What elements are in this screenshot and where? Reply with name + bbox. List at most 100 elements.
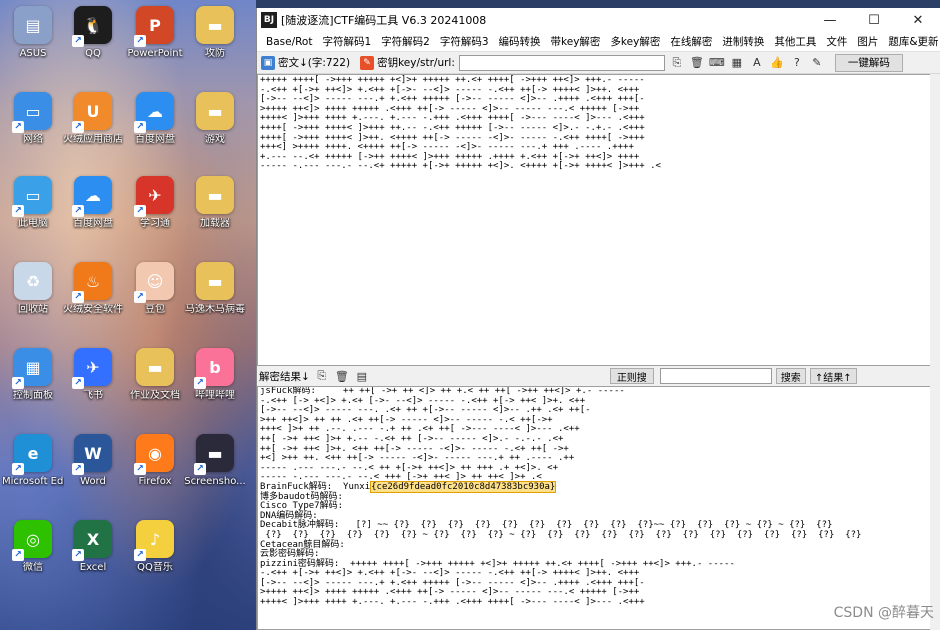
menu-item[interactable]: 多key解密 — [605, 34, 665, 49]
ciphertext-input[interactable]: +++++ ++++[ ->+++ +++++ +<]>+ +++++ ++.<… — [257, 74, 931, 366]
control-panel-icon: ▦ ↗ — [12, 348, 52, 389]
desktop-icon-screenshot[interactable]: ▬ ↗ Screensho... — [184, 434, 246, 488]
key-toolbar: ▣ 密文↓(字:722) ✎ 密钥key/str/url: ⎘ 🗑 ⌨ ▦ A … — [257, 52, 940, 74]
menu-item[interactable]: 题库&更新 — [883, 34, 940, 49]
desktop-icon-control-panel[interactable]: ▦ ↗ 控制面板 — [2, 348, 64, 402]
desktop-icon-doubao[interactable]: ☺ ↗ 豆包 — [124, 262, 186, 316]
desktop-icon-qqmusic[interactable]: ♪ ↗ QQ音乐 — [124, 520, 186, 574]
desktop-icon-wechat[interactable]: ◎ ↗ 微信 — [2, 520, 64, 574]
font-icon[interactable]: A — [749, 55, 765, 71]
key-input[interactable] — [458, 54, 665, 71]
desktop-icon-qq[interactable]: 🐧 ↗ QQ — [62, 6, 124, 60]
maximize-button[interactable]: ☐ — [852, 8, 896, 32]
desktop-icon-excel[interactable]: X ↗ Excel — [62, 520, 124, 574]
like-icon[interactable]: 👍 — [769, 55, 785, 71]
feishu-icon: ✈ ↗ — [72, 348, 112, 389]
edit-icon[interactable]: ✎ — [809, 55, 825, 71]
desktop-icon-recycle-bin[interactable]: ♻ 回收站 — [2, 262, 64, 316]
recycle-bin-icon: ♻ — [14, 262, 52, 300]
bilibili-icon: b ↗ — [194, 348, 234, 389]
desktop-icon-label: PowerPoint — [127, 48, 183, 59]
desktop-icon-firefox[interactable]: ◉ ↗ Firefox — [124, 434, 186, 488]
desktop-icon-folder[interactable]: ▬ 加载器 — [184, 176, 246, 230]
desktop-icon-network[interactable]: ▭ ↗ 网络 — [2, 92, 64, 146]
menu-item[interactable]: 文件 — [821, 34, 852, 49]
copy-icon[interactable]: ▣ — [261, 55, 275, 70]
computer-icon: ▭ ↗ — [12, 176, 52, 217]
copy-result-icon[interactable]: ⎘ — [314, 368, 330, 384]
menu-item[interactable]: 其他工具 — [769, 34, 821, 49]
shortcut-arrow-icon: ↗ — [134, 121, 146, 133]
folder-icon: ▬ — [196, 6, 234, 44]
desktop-icon-label: ASUS — [19, 48, 47, 59]
close-button[interactable]: ✕ — [896, 8, 940, 32]
desktop-icon-feishu[interactable]: ✈ ↗ 飞书 — [62, 348, 124, 402]
desktop-icon-label: 百度网盘 — [135, 134, 175, 145]
csdn-watermark: CSDN @醉暮天 — [833, 605, 934, 621]
desktop-icon-word[interactable]: W ↗ Word — [62, 434, 124, 488]
store-icon: U ↗ — [72, 92, 112, 133]
table-icon[interactable]: ▦ — [729, 55, 745, 71]
key-icon[interactable]: ✎ — [360, 55, 375, 70]
shortcut-arrow-icon: ↗ — [134, 35, 146, 47]
menu-item[interactable]: 字符解码3 — [435, 34, 494, 49]
minimize-button[interactable]: — — [808, 8, 852, 32]
menu-item[interactable]: Base/Rot — [261, 36, 317, 48]
desktop-icon-folder[interactable]: ▬ 游戏 — [184, 92, 246, 146]
desktop-icon-cloud[interactable]: ☁ ↗ 百度网盘 — [124, 92, 186, 146]
menu-bar: Base/Rot 字符解码1 字符解码2 字符解码3 编码转换 带key解密 多key解密在… — [257, 32, 940, 52]
output-line: ++++< ]>+++ ++++ +.---. +.--- -.+++ .<++… — [260, 597, 645, 608]
delete-icon[interactable]: 🗑 — [689, 55, 705, 71]
brainfuck-result-line: BrainFuck解码: Yunxi{ce26d9fdead0fc2010c8d… — [260, 480, 928, 493]
regex-search-button[interactable]: 正则搜 — [609, 368, 654, 384]
output-scrollbar[interactable] — [930, 386, 940, 630]
desktop-icon-store[interactable]: U ↗ 火绒应用商店 — [62, 92, 124, 146]
desktop-icon-study[interactable]: ✈ ↗ 学习通 — [124, 176, 186, 230]
paste-icon[interactable]: ⎘ — [669, 55, 685, 71]
decode-output[interactable]: jsFuck解码: ++ ++[ ->+ ++ <]> ++ +.< ++ ++… — [257, 386, 931, 630]
desktop-icon-label: 火绒安全软件 — [63, 304, 123, 315]
result-toggle-button[interactable]: ↑结果↑ — [809, 368, 857, 384]
word-icon: W ↗ — [72, 434, 112, 475]
help-icon[interactable]: ? — [789, 55, 805, 71]
shortcut-arrow-icon: ↗ — [134, 549, 146, 561]
search-button[interactable]: 搜索 — [775, 368, 806, 384]
desktop-icon-huorong[interactable]: ♨ ↗ 火绒安全软件 — [62, 262, 124, 316]
desktop-icon-folder[interactable]: ▬ 作业及文档 — [124, 348, 186, 402]
menu-item[interactable]: 编码转换 — [494, 34, 546, 49]
desktop-icon-powerpoint[interactable]: P ↗ PowerPoint — [124, 6, 186, 60]
desktop-icon-cloud[interactable]: ☁ ↗ 百度网盘 — [62, 176, 124, 230]
desktop-icon-label: 加载器 — [200, 218, 230, 229]
shortcut-arrow-icon: ↗ — [134, 205, 146, 217]
firefox-icon: ◉ ↗ — [134, 434, 174, 475]
desktop-icon-folder[interactable]: ▬ 攻防 — [184, 6, 246, 60]
save-result-icon[interactable]: ▤ — [354, 368, 370, 384]
one-key-decode-button[interactable]: 一键解码 — [834, 53, 903, 72]
menu-item[interactable]: 字符解码1 — [317, 34, 376, 49]
cloud-icon: ☁ ↗ — [72, 176, 112, 217]
search-input[interactable] — [659, 368, 772, 384]
desktop-icon-computer[interactable]: ▭ ↗ 此电脑 — [2, 176, 64, 230]
input-scrollbar[interactable] — [930, 74, 940, 366]
huorong-icon: ♨ ↗ — [72, 262, 112, 303]
menu-item[interactable]: 图片 — [852, 34, 883, 49]
cloud-icon: ☁ ↗ — [134, 92, 174, 133]
shortcut-arrow-icon: ↗ — [134, 463, 146, 475]
menu-item[interactable]: 在线解密 — [665, 34, 717, 49]
keyboard-icon[interactable]: ⌨ — [709, 55, 725, 71]
menu-item[interactable]: 字符解码2 — [376, 34, 435, 49]
menu-item[interactable]: 进制转换 — [717, 34, 769, 49]
powerpoint-icon: P ↗ — [134, 6, 174, 47]
menu-item[interactable]: 带key解密 — [546, 34, 606, 49]
desktop-icon-label: 学习通 — [140, 218, 170, 229]
desktop-icon-edge[interactable]: e↗Microsoft Edge — [2, 434, 64, 488]
clear-result-icon[interactable]: 🗑 — [334, 368, 350, 384]
desktop-icon-folder[interactable]: ▤ ASUS — [2, 6, 64, 60]
desktop-icon-folder[interactable]: ▬ 马逸木马病毒 — [184, 262, 246, 316]
flag-highlight: {ce26d9fdead0fc2010c8d47383bc930a} — [370, 480, 557, 493]
folder-icon: ▬ — [196, 92, 234, 130]
desktop-icon-bilibili[interactable]: b ↗ 哔哩哔哩 — [184, 348, 246, 402]
folder-icon: ▬ — [196, 176, 234, 214]
shortcut-arrow-icon: ↗ — [72, 377, 84, 389]
key-label: 密钥key/str/url: — [377, 57, 455, 69]
